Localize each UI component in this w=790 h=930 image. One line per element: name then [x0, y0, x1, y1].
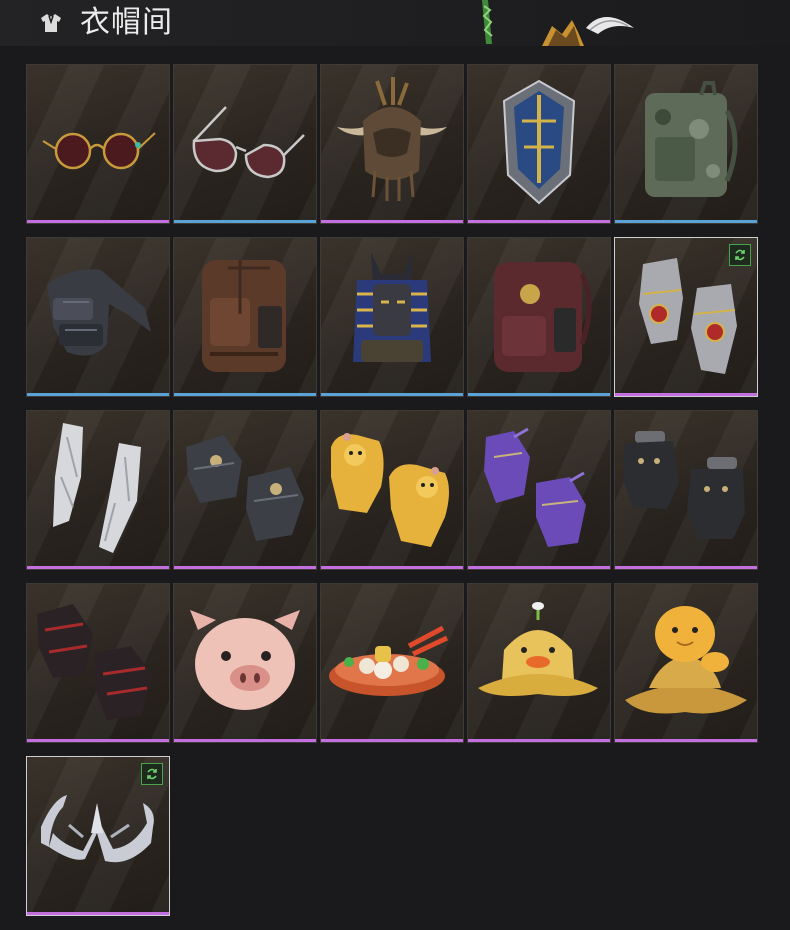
item-card-chick-gloves[interactable]	[320, 410, 464, 570]
item-card-anubis-backpack[interactable]	[320, 237, 464, 397]
item-card-brown-backpack[interactable]	[173, 237, 317, 397]
item-card-food-platter-hat[interactable]	[320, 583, 464, 743]
item-card-round-sunglasses[interactable]	[26, 64, 170, 224]
item-card-dino-bucket-hat[interactable]	[614, 583, 758, 743]
item-card-tactical-chest-rig[interactable]	[26, 237, 170, 397]
item-card-aviator-sunglasses[interactable]	[173, 64, 317, 224]
item-card-red-black-gloves[interactable]	[26, 583, 170, 743]
wardrobe-shirt-icon[interactable]	[36, 10, 66, 36]
tradable-badge-icon	[141, 763, 163, 785]
item-card-camo-backpack[interactable]	[614, 64, 758, 224]
tradable-badge-icon	[729, 244, 751, 266]
item-card-duck-bucket-hat[interactable]	[467, 583, 611, 743]
wardrobe-grid	[26, 64, 761, 924]
chest-rig-icon	[47, 269, 151, 356]
item-card-knight-shield-helmet[interactable]	[467, 64, 611, 224]
round-sunglasses-icon	[42, 132, 156, 170]
chick-gloves-icon	[331, 433, 449, 547]
anubis-backpack-icon	[353, 252, 431, 362]
title-bar: 衣帽间	[0, 0, 790, 46]
aviator-sunglasses-icon	[192, 106, 305, 179]
feathered-hat-decoration	[542, 17, 634, 46]
studded-gloves-icon	[623, 431, 745, 539]
armored-gloves-icon	[186, 435, 304, 541]
crystal-gauntlets-icon	[53, 423, 141, 553]
camo-backpack-icon	[645, 81, 738, 197]
knight-helmet-icon	[502, 79, 576, 205]
item-card-silver-thorn-tiara[interactable]	[26, 756, 170, 916]
item-card-crystal-gauntlets[interactable]	[26, 410, 170, 570]
food-platter-icon	[329, 625, 449, 696]
brown-backpack-icon	[202, 260, 286, 372]
item-card-jeweled-gauntlets[interactable]	[614, 237, 758, 397]
green-ornament-decoration	[482, 0, 493, 44]
violet-gloves-icon	[484, 427, 586, 547]
crimson-backpack-icon	[494, 262, 592, 372]
item-card-pig-mask[interactable]	[173, 583, 317, 743]
item-card-violet-gloves[interactable]	[467, 410, 611, 570]
pig-mask-icon	[190, 610, 300, 710]
horned-helmet-icon	[337, 77, 447, 201]
duck-hat-icon	[478, 602, 598, 696]
item-card-armored-gloves[interactable]	[173, 410, 317, 570]
red-black-gloves-icon	[37, 604, 153, 720]
item-card-horned-feather-helmet[interactable]	[320, 64, 464, 224]
page-title: 衣帽间	[80, 5, 173, 40]
item-card-crimson-backpack[interactable]	[467, 237, 611, 397]
dino-hat-icon	[625, 606, 747, 714]
item-card-studded-black-gloves[interactable]	[614, 410, 758, 570]
